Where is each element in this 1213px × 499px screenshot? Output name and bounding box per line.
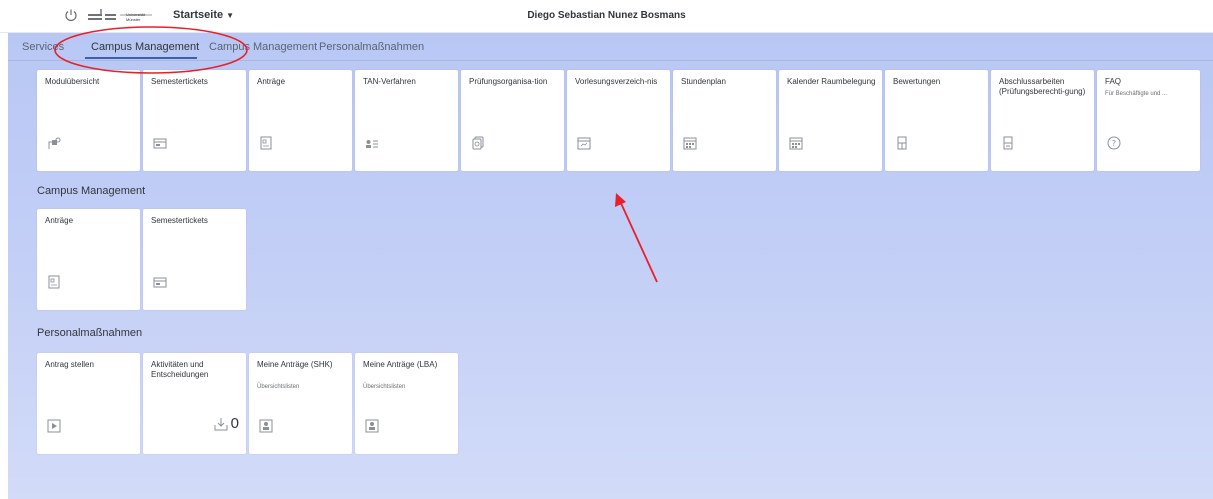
tile-title: Antrag stellen bbox=[45, 360, 94, 369]
tile-title: Stundenplan bbox=[681, 77, 726, 86]
ticket-icon bbox=[153, 138, 167, 149]
tile-semestertickets[interactable]: Semestertickets bbox=[143, 70, 246, 171]
launchpad-page: Services Campus Management Campus Manage… bbox=[8, 33, 1213, 499]
tile-title: Vorlesungsverzeich-nis bbox=[575, 77, 658, 86]
tile-pruefungsorganisation[interactable]: Prüfungsorganisa-tion bbox=[461, 70, 564, 171]
calendar-grid-icon bbox=[683, 137, 697, 150]
tile-title: Meine Anträge (SHK) bbox=[257, 360, 333, 369]
help-icon: ? bbox=[1107, 136, 1121, 150]
play-icon bbox=[47, 419, 61, 433]
tile-moduluebersicht[interactable]: Modulübersicht bbox=[37, 70, 140, 171]
tile-faq[interactable]: FAQ Für Beschäftigte und ... ? bbox=[1097, 70, 1200, 171]
tile-antrag-stellen[interactable]: Antrag stellen bbox=[37, 353, 140, 454]
ticket-icon bbox=[153, 277, 167, 288]
key-icon bbox=[366, 140, 378, 148]
form-icon bbox=[897, 136, 907, 150]
tile-title: Kalender Raumbelegung bbox=[787, 77, 876, 86]
tile-meine-antraege-shk[interactable]: Meine Anträge (SHK) Übersichtslisten bbox=[249, 353, 352, 454]
tile-vorlesungsverzeichnis[interactable]: Vorlesungsverzeich-nis bbox=[567, 70, 670, 171]
tab-campus-management[interactable]: Campus Management bbox=[91, 41, 199, 53]
person-doc-icon bbox=[259, 419, 273, 433]
tile-subtitle: Für Beschäftigte und ... bbox=[1105, 91, 1168, 97]
tile-title: TAN-Verfahren bbox=[363, 77, 416, 86]
tile-title: Anträge bbox=[257, 77, 286, 86]
tile-title: Anträge bbox=[45, 216, 74, 225]
tile-subtitle: Übersichtslisten bbox=[363, 384, 406, 390]
person-doc-icon bbox=[365, 419, 379, 433]
tile-kalender-raumbelegung[interactable]: Kalender Raumbelegung bbox=[779, 70, 882, 171]
user-name: Diego Sebastian Nunez Bosmans bbox=[527, 10, 686, 21]
tile-stundenplan[interactable]: Stundenplan bbox=[673, 70, 776, 171]
form-icon bbox=[1003, 136, 1013, 150]
tile-title: Bewertungen bbox=[893, 77, 941, 86]
tile-meine-antraege-lba[interactable]: Meine Anträge (LBA) Übersichtslisten bbox=[355, 353, 458, 454]
tile-title: Semestertickets bbox=[151, 216, 208, 225]
anchor-navigation-bar: Services Campus Management Campus Manage… bbox=[8, 33, 1213, 61]
tile-title: Semestertickets bbox=[151, 77, 208, 86]
tile-bewertungen[interactable]: Bewertungen bbox=[885, 70, 988, 171]
tile-aktivitaeten-entscheidungen[interactable]: Aktivitäten und Entscheidungen 0 bbox=[143, 353, 246, 454]
tile-antraege[interactable]: Anträge bbox=[249, 70, 352, 171]
inbox-icon bbox=[214, 418, 228, 431]
document-icon bbox=[260, 136, 272, 150]
tile-title: FAQ bbox=[1105, 77, 1122, 86]
tile-title: Aktivitäten und Entscheidungen bbox=[151, 360, 209, 379]
shell-header: Universität Münster Startseite ▼ Diego Se… bbox=[0, 0, 1213, 33]
module-icon bbox=[48, 137, 61, 149]
calendar-grid-icon bbox=[789, 137, 803, 150]
tab-personalmassnahmen[interactable]: Personalmaßnahmen bbox=[319, 41, 424, 53]
tab-campus-management-2[interactable]: Campus Management bbox=[209, 41, 317, 53]
tile-count-value: 0 bbox=[230, 415, 239, 432]
tile-abschlussarbeiten[interactable]: Abschlussarbeiten (Prüfungsberechti-gung… bbox=[991, 70, 1094, 171]
active-tab-indicator bbox=[85, 57, 197, 59]
section-title-personalmassnahmen: Personalmaßnahmen bbox=[37, 327, 143, 339]
tile-title: Prüfungsorganisa-tion bbox=[469, 77, 548, 86]
tile-title: Abschlussarbeiten (Prüfungsberechti-gung… bbox=[999, 77, 1086, 96]
tile-tan-verfahren[interactable]: TAN-Verfahren bbox=[355, 70, 458, 171]
tab-services[interactable]: Services bbox=[22, 41, 64, 53]
svg-text:?: ? bbox=[1112, 139, 1116, 148]
tile-campus-antraege[interactable]: Anträge bbox=[37, 209, 140, 310]
section-title-campus-management: Campus Management bbox=[37, 185, 146, 197]
tile-title: Modulübersicht bbox=[45, 77, 100, 86]
exam-icon bbox=[472, 136, 484, 150]
tile-subtitle: Übersichtslisten bbox=[257, 384, 300, 390]
tile-count: 0 bbox=[213, 415, 239, 432]
document-icon bbox=[48, 275, 60, 289]
calendar-icon bbox=[577, 137, 591, 150]
tile-campus-semestertickets[interactable]: Semestertickets bbox=[143, 209, 246, 310]
tile-title: Meine Anträge (LBA) bbox=[363, 360, 438, 369]
